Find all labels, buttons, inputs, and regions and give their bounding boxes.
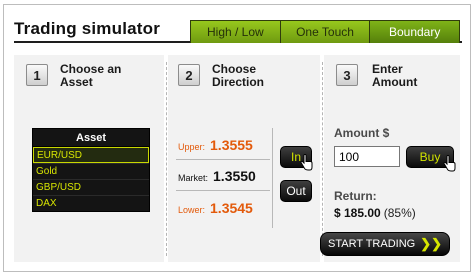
asset-panel: 1 Choose an Asset Asset EUR/USD Gold GBP… [14, 55, 164, 262]
tab-boundary[interactable]: Boundary [370, 21, 460, 43]
price-divider [176, 190, 270, 191]
amount-input[interactable] [334, 146, 400, 167]
asset-item-eur-usd[interactable]: EUR/USD [33, 147, 149, 163]
step-label-choose-asset: Choose an Asset [60, 62, 122, 89]
asset-list: Asset EUR/USD Gold GBP/USD DAX [32, 128, 150, 212]
amount-label: Amount $ [334, 126, 390, 140]
start-trading-button[interactable]: START TRADING ❯❯ [320, 232, 450, 256]
step-number-2: 2 [178, 64, 200, 86]
tab-one-touch[interactable]: One Touch [280, 21, 371, 43]
tab-high-low[interactable]: High / Low [191, 21, 281, 43]
return-label: Return: [334, 189, 377, 203]
mode-tabs: High / Low One Touch Boundary [190, 20, 460, 43]
direction-panel: 2 Choose Direction Upper: 1.3555 Market:… [168, 55, 320, 262]
upper-price: Upper: 1.3555 [178, 137, 253, 153]
page-title: Trading simulator [14, 19, 161, 38]
return-value: $ 185.00 [334, 206, 381, 220]
lower-price-value: 1.3545 [210, 200, 253, 216]
hand-cursor-icon [443, 155, 456, 172]
upper-price-label: Upper: [178, 142, 206, 152]
panel-divider [166, 62, 167, 256]
out-button[interactable]: Out [280, 180, 312, 202]
step-label-enter-amount: Enter Amount [372, 62, 418, 89]
market-price-value: 1.3550 [213, 168, 256, 184]
panel-divider [322, 62, 323, 256]
step-number-3: 3 [336, 64, 358, 86]
price-vertical-divider [272, 128, 273, 228]
asset-item-dax[interactable]: DAX [33, 195, 149, 211]
double-chevron-right-icon: ❯❯ [420, 236, 442, 251]
asset-item-gbp-usd[interactable]: GBP/USD [33, 179, 149, 195]
lower-price: Lower: 1.3545 [178, 200, 253, 216]
start-trading-label: START TRADING [328, 238, 416, 250]
hand-cursor-icon [300, 154, 313, 171]
upper-price-value: 1.3555 [210, 137, 253, 153]
lower-price-label: Lower: [178, 205, 206, 215]
step-number-1: 1 [26, 64, 48, 86]
asset-item-gold[interactable]: Gold [33, 163, 149, 179]
return-amount: $ 185.00 (85%) [334, 206, 416, 220]
return-percent: (85%) [383, 206, 416, 220]
market-price: Market: 1.3550 [178, 168, 256, 184]
asset-list-header: Asset [33, 129, 149, 147]
step-label-choose-direction: Choose Direction [212, 62, 265, 89]
price-divider [176, 159, 270, 160]
market-price-label: Market: [178, 173, 209, 183]
amount-panel: 3 Enter Amount Amount $ Buy Return: $ 18… [320, 55, 460, 262]
